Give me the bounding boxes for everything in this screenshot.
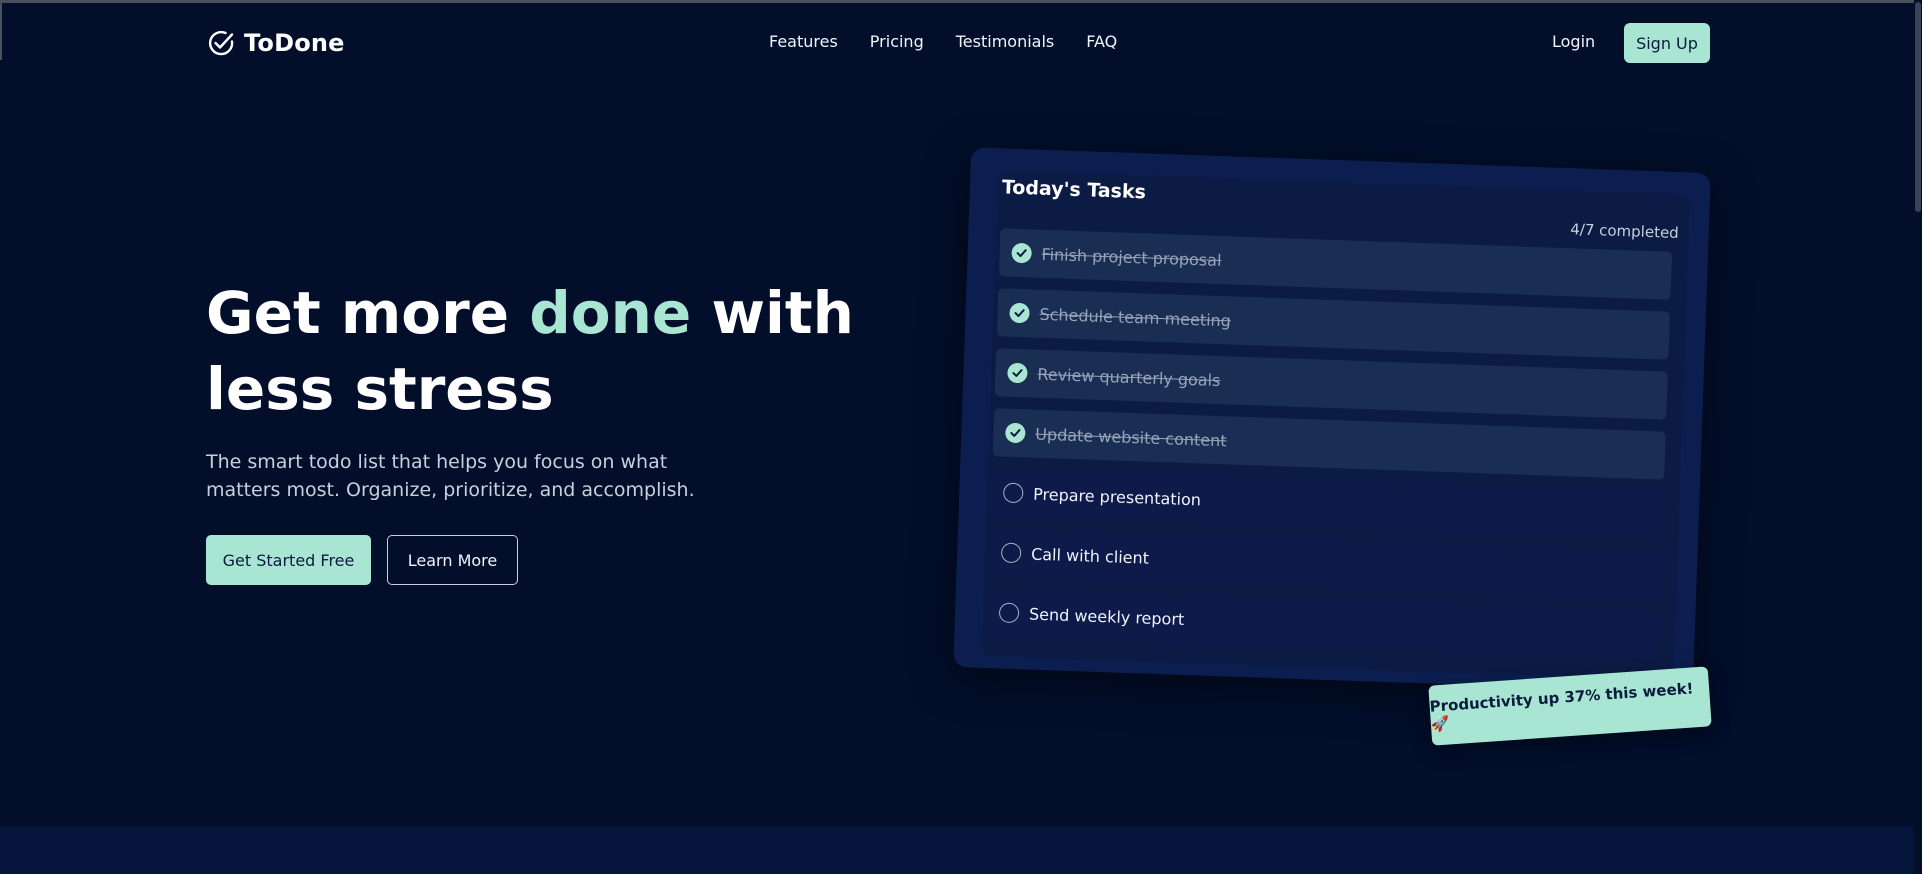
task-item[interactable]: Update website content xyxy=(992,408,1666,480)
task-label: Update website content xyxy=(1035,424,1227,450)
nav-link-pricing[interactable]: Pricing xyxy=(870,32,924,51)
get-started-button[interactable]: Get Started Free xyxy=(206,535,371,585)
task-label: Review quarterly goals xyxy=(1037,364,1221,390)
empty-circle-icon[interactable] xyxy=(1002,482,1024,504)
page-scrollbar[interactable] xyxy=(1914,0,1922,874)
nav-link-testimonials[interactable]: Testimonials xyxy=(956,32,1055,51)
brand-name: ToDone xyxy=(244,29,345,57)
task-label: Call with client xyxy=(1030,544,1150,568)
hero-subtitle: The smart todo list that helps you focus… xyxy=(206,451,695,501)
check-circle-icon[interactable] xyxy=(1011,242,1032,264)
nav-links: Features Pricing Testimonials FAQ xyxy=(769,32,1117,51)
check-circle-icon[interactable] xyxy=(1007,362,1028,384)
tasks-preview: Today's Tasks 4/7 completed Finish proje… xyxy=(953,147,1711,693)
task-label: Finish project proposal xyxy=(1041,244,1222,270)
logo[interactable]: ToDone xyxy=(206,28,345,58)
task-label: Send weekly report xyxy=(1028,604,1185,629)
check-circle-icon[interactable] xyxy=(1009,302,1030,324)
nav-link-features[interactable]: Features xyxy=(769,32,838,51)
task-item[interactable]: Send weekly report xyxy=(986,588,1660,660)
task-label: Prepare presentation xyxy=(1032,484,1202,509)
hero-title-part: Get more xyxy=(206,279,530,347)
signup-button[interactable]: Sign Up xyxy=(1624,23,1710,63)
hero-title-accent: done xyxy=(529,279,692,347)
check-circle-icon xyxy=(208,30,234,56)
tasks-card: Today's Tasks 4/7 completed Finish proje… xyxy=(953,147,1711,693)
empty-circle-icon[interactable] xyxy=(998,602,1020,624)
hero-title: Get more done with less stress xyxy=(206,275,926,427)
task-item[interactable]: Schedule team meeting xyxy=(996,288,1670,360)
empty-circle-icon[interactable] xyxy=(1000,542,1022,564)
task-item[interactable]: Prepare presentation xyxy=(990,468,1664,540)
check-circle-icon[interactable] xyxy=(1005,422,1026,444)
next-section-edge xyxy=(0,826,1922,874)
scrollbar-thumb[interactable] xyxy=(1915,2,1921,212)
learn-more-button[interactable]: Learn More xyxy=(387,535,518,585)
top-navigation: ToDone Features Pricing Testimonials FAQ… xyxy=(0,0,1922,88)
task-item[interactable]: Call with client xyxy=(988,528,1662,600)
task-label: Schedule team meeting xyxy=(1039,304,1232,330)
task-list: Finish project proposal Schedule team me… xyxy=(986,228,1673,671)
login-link[interactable]: Login xyxy=(1552,32,1595,51)
task-item[interactable]: Review quarterly goals xyxy=(994,348,1668,420)
nav-link-faq[interactable]: FAQ xyxy=(1086,32,1117,51)
tasks-completed-count: 4/7 completed xyxy=(1569,220,1680,242)
